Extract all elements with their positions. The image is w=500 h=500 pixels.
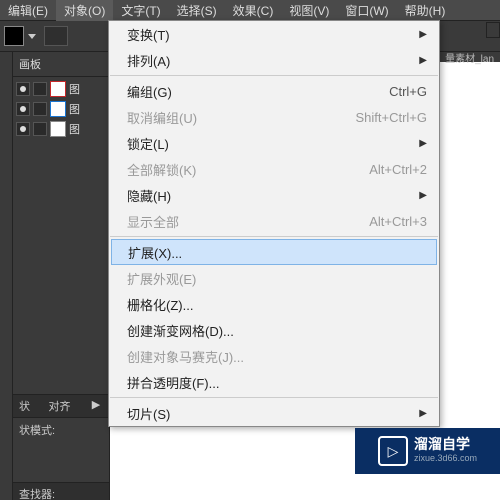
submenu-arrow-icon: ▶ [419, 29, 427, 40]
menu-select[interactable]: 选择(S) [169, 0, 225, 21]
tab-align[interactable]: 对齐 [36, 395, 83, 417]
layer-row[interactable]: 图 [13, 99, 109, 119]
lock-toggle[interactable] [33, 82, 47, 96]
menu-effect[interactable]: 效果(C) [225, 0, 282, 21]
menu-item-hide[interactable]: 隐藏(H)▶ [109, 182, 439, 208]
fill-color-chip[interactable] [4, 26, 24, 46]
layer-thumb [50, 81, 66, 97]
menu-item-flatten-transparency[interactable]: 拼合透明度(F)... [109, 369, 439, 395]
visibility-toggle[interactable] [16, 122, 30, 136]
menu-item-showall: 显示全部Alt+Ctrl+3 [109, 208, 439, 234]
watermark-badge: ▷ 溜溜自学 zixue.3d66.com [355, 428, 500, 474]
lock-toggle[interactable] [33, 102, 47, 116]
submenu-arrow-icon: ▶ [419, 408, 427, 419]
play-icon: ▷ [378, 436, 408, 466]
menu-item-slice[interactable]: 切片(S)▶ [109, 400, 439, 426]
finder-label: 查找器: [13, 483, 109, 500]
lock-toggle[interactable] [33, 122, 47, 136]
menu-item-expand-appearance: 扩展外观(E) [109, 265, 439, 291]
right-panel-collapse[interactable] [486, 22, 500, 38]
layer-name: 图 [69, 101, 80, 117]
menu-item-expand[interactable]: 扩展(X)... [111, 239, 437, 265]
watermark-brand: 溜溜自学 [414, 437, 477, 451]
menu-item-lock[interactable]: 锁定(L)▶ [109, 130, 439, 156]
menu-item-rasterize[interactable]: 栅格化(Z)... [109, 291, 439, 317]
menu-separator [110, 75, 438, 76]
finder-row: 查找器: [13, 482, 109, 500]
layer-name: 图 [69, 121, 80, 137]
watermark-url: zixue.3d66.com [414, 451, 477, 465]
main-menubar: 编辑(E) 对象(O) 文字(T) 选择(S) 效果(C) 视图(V) 窗口(W… [0, 0, 500, 20]
transform-panel-tabs: 状 对齐 ▶ [13, 394, 109, 418]
menu-item-group[interactable]: 编组(G)Ctrl+G [109, 78, 439, 104]
menu-help[interactable]: 帮助(H) [397, 0, 454, 21]
tab-more-icon[interactable]: ▶ [83, 395, 109, 417]
menu-edit[interactable]: 编辑(E) [0, 0, 56, 21]
menu-item-transform[interactable]: 变换(T)▶ [109, 21, 439, 47]
menu-item-ungroup: 取消编组(U)Shift+Ctrl+G [109, 104, 439, 130]
visibility-toggle[interactable] [16, 82, 30, 96]
document-tab-name: 量素材_lan [445, 50, 494, 65]
layers-panel: 画板 图 图 图 状 对齐 [13, 52, 110, 500]
menu-item-unlockall: 全部解锁(K)Alt+Ctrl+2 [109, 156, 439, 182]
menu-separator [110, 236, 438, 237]
submenu-arrow-icon: ▶ [419, 138, 427, 149]
menu-view[interactable]: 视图(V) [281, 0, 337, 21]
submenu-arrow-icon: ▶ [419, 55, 427, 66]
panel-title-artboards: 画板 [13, 52, 109, 77]
menu-item-arrange[interactable]: 排列(A)▶ [109, 47, 439, 73]
layer-thumb [50, 121, 66, 137]
menu-window[interactable]: 窗口(W) [337, 0, 396, 21]
layer-thumb [50, 101, 66, 117]
tab-transform[interactable]: 状 [13, 395, 36, 417]
left-gutter [0, 52, 13, 500]
menu-object[interactable]: 对象(O) [56, 0, 113, 21]
stroke-chip[interactable] [44, 26, 68, 46]
layer-name: 图 [69, 81, 80, 97]
menu-separator [110, 397, 438, 398]
layer-row[interactable]: 图 [13, 119, 109, 139]
fill-dropdown-icon[interactable] [28, 34, 36, 39]
shape-mode-label: 状模式: [13, 418, 109, 442]
object-menu-dropdown: 变换(T)▶ 排列(A)▶ 编组(G)Ctrl+G 取消编组(U)Shift+C… [108, 20, 440, 427]
layer-row[interactable]: 图 [13, 79, 109, 99]
menu-item-gradient-mesh[interactable]: 创建渐变网格(D)... [109, 317, 439, 343]
menu-item-mosaic: 创建对象马赛克(J)... [109, 343, 439, 369]
visibility-toggle[interactable] [16, 102, 30, 116]
menu-text[interactable]: 文字(T) [113, 0, 168, 21]
submenu-arrow-icon: ▶ [419, 190, 427, 201]
